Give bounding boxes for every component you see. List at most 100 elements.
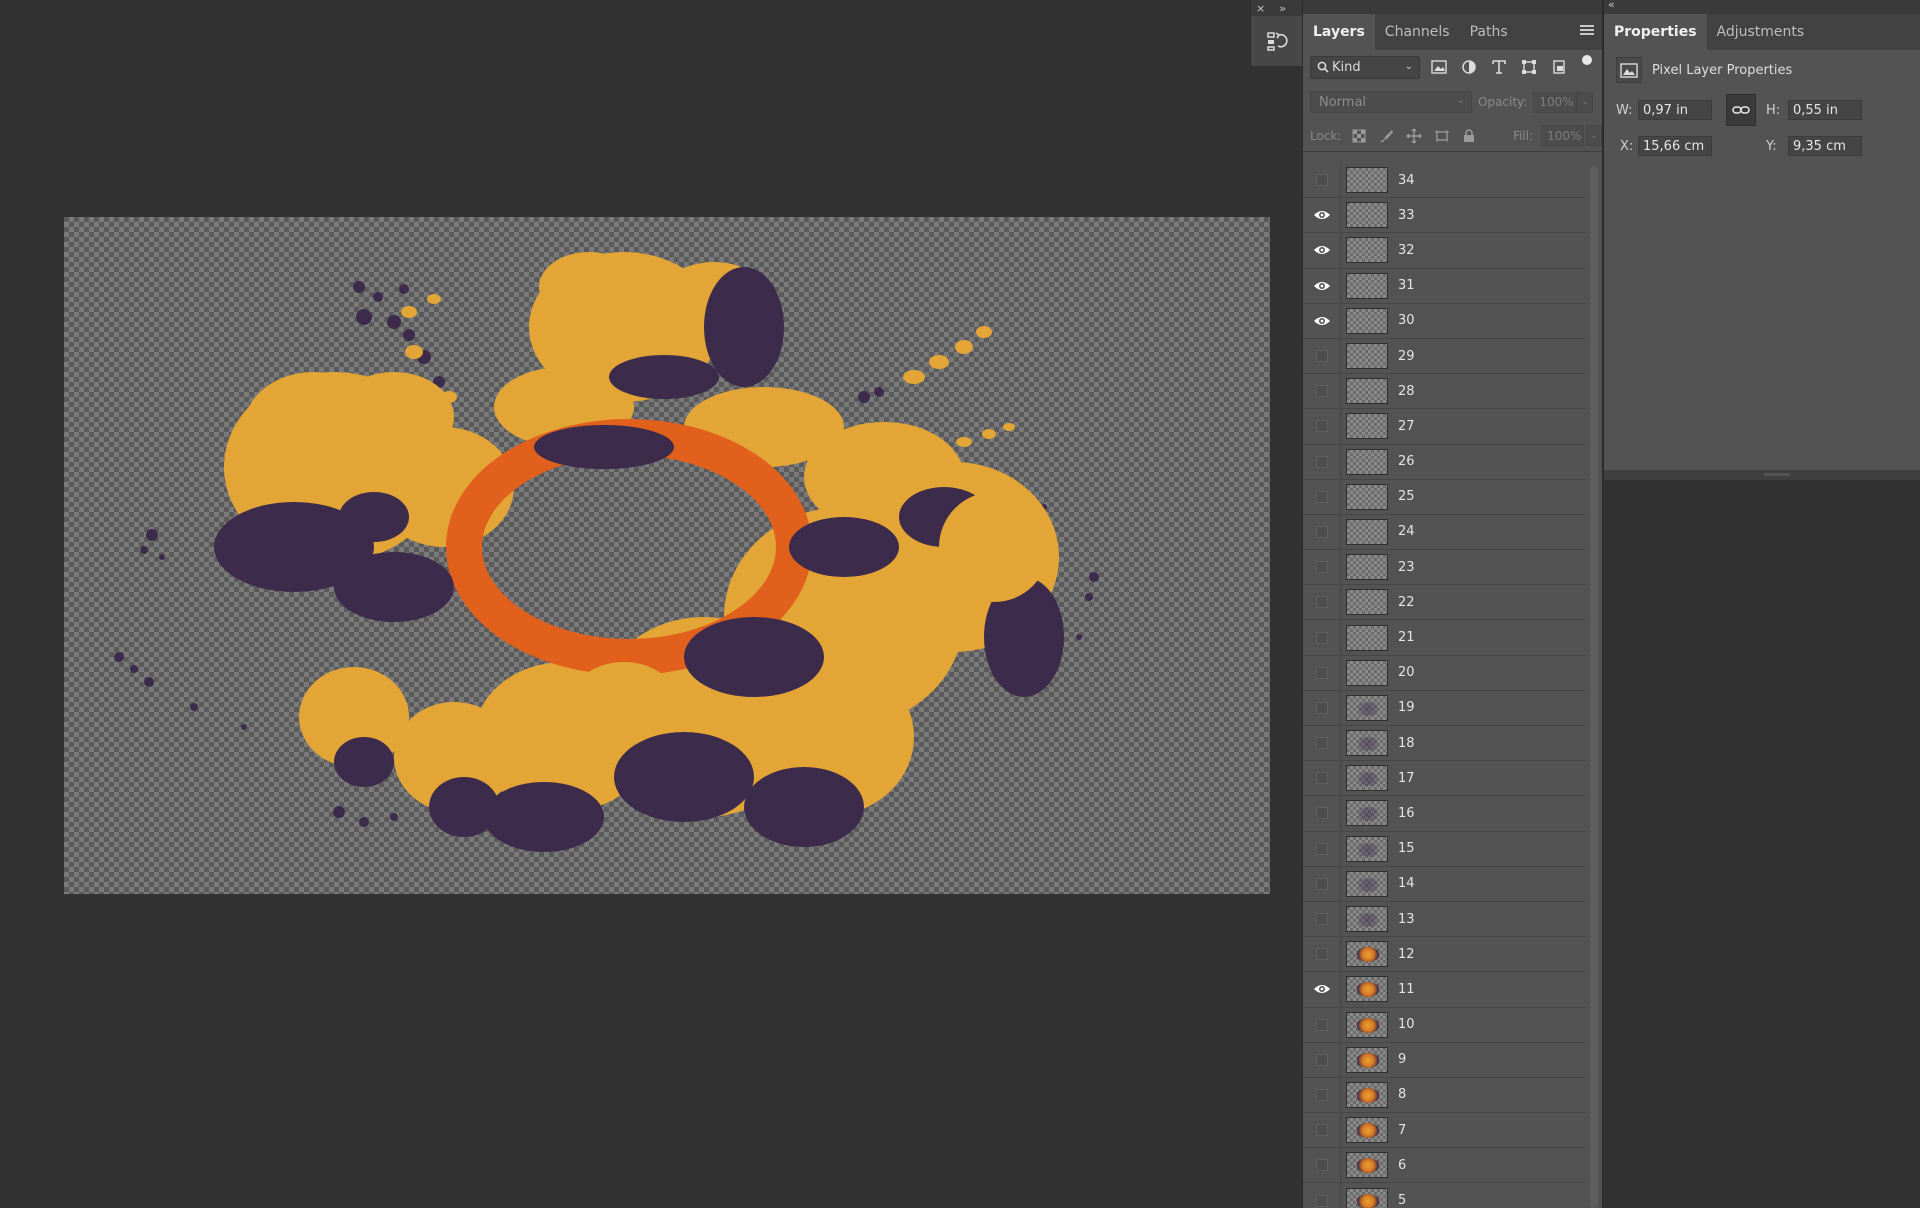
layer-name[interactable]: 7 [1398, 1123, 1406, 1138]
layer-name[interactable]: 25 [1398, 489, 1415, 504]
height-field[interactable]: 0,55 in [1788, 100, 1862, 120]
layer-row[interactable]: 30 [1303, 303, 1586, 339]
layer-thumbnail[interactable] [1346, 906, 1388, 933]
lock-position-icon[interactable] [1404, 126, 1424, 146]
layer-thumbnail[interactable] [1346, 483, 1388, 510]
layer-name[interactable]: 33 [1398, 208, 1415, 223]
layer-row[interactable]: 33 [1303, 198, 1586, 234]
layer-thumbnail[interactable] [1346, 624, 1388, 651]
properties-resize-bar[interactable] [1604, 470, 1920, 480]
layer-visibility-toggle[interactable] [1303, 620, 1341, 655]
layer-thumbnail[interactable] [1346, 589, 1388, 616]
layer-thumbnail[interactable] [1346, 730, 1388, 757]
layer-visibility-toggle[interactable] [1303, 550, 1341, 585]
layer-visibility-toggle[interactable] [1303, 1113, 1341, 1148]
layer-name[interactable]: 8 [1398, 1087, 1406, 1102]
layer-row[interactable]: 22 [1303, 585, 1586, 621]
layer-row[interactable]: 18 [1303, 726, 1586, 762]
layer-name[interactable]: 30 [1398, 313, 1415, 328]
layer-row[interactable]: 9 [1303, 1042, 1586, 1078]
layer-visibility-toggle[interactable] [1303, 690, 1341, 725]
layer-thumbnail[interactable] [1346, 1117, 1388, 1144]
layer-visibility-toggle[interactable] [1303, 444, 1341, 479]
layer-name[interactable]: 19 [1398, 700, 1415, 715]
layer-visibility-toggle[interactable] [1303, 866, 1341, 901]
layer-row[interactable]: 8 [1303, 1077, 1586, 1114]
filter-type-icon[interactable] [1488, 56, 1510, 78]
layer-thumbnail[interactable] [1346, 307, 1388, 334]
layer-visibility-toggle[interactable] [1303, 514, 1341, 550]
layer-row[interactable]: 14 [1303, 866, 1586, 902]
filter-shape-icon[interactable] [1518, 56, 1540, 78]
layer-name[interactable]: 29 [1398, 349, 1415, 364]
layer-row[interactable]: 34 [1303, 163, 1586, 199]
layer-visibility-toggle[interactable] [1303, 163, 1341, 198]
width-field[interactable]: 0,97 in [1638, 100, 1712, 120]
layer-name[interactable]: 5 [1398, 1193, 1406, 1208]
layer-visibility-toggle[interactable] [1303, 901, 1341, 937]
layer-name[interactable]: 13 [1398, 912, 1415, 927]
layer-thumbnail[interactable] [1346, 237, 1388, 264]
panel-menu-icon[interactable] [1580, 25, 1594, 37]
layer-thumbnail[interactable] [1346, 167, 1388, 194]
layer-thumbnail[interactable] [1346, 343, 1388, 370]
expand-panels-icon[interactable]: » [1279, 2, 1286, 15]
layer-visibility-toggle[interactable] [1303, 796, 1341, 831]
collapse-panels-icon[interactable]: « [1608, 0, 1615, 11]
fill-dropdown-icon[interactable]: ⌄ [1586, 125, 1602, 146]
layer-name[interactable]: 20 [1398, 665, 1415, 680]
layer-name[interactable]: 26 [1398, 454, 1415, 469]
tab-layers[interactable]: Layers [1303, 14, 1375, 50]
layer-thumbnail[interactable] [1346, 1046, 1388, 1073]
layer-visibility-toggle[interactable] [1303, 409, 1341, 444]
layer-visibility-toggle[interactable] [1303, 761, 1341, 796]
layer-row[interactable]: 6 [1303, 1148, 1586, 1184]
layer-row[interactable]: 23 [1303, 550, 1586, 586]
close-panel-icon[interactable]: × [1256, 2, 1265, 15]
layer-name[interactable]: 31 [1398, 278, 1415, 293]
layer-row[interactable]: 21 [1303, 620, 1586, 656]
layer-name[interactable]: 23 [1398, 560, 1415, 575]
layer-visibility-toggle[interactable] [1303, 1077, 1341, 1113]
layer-name[interactable]: 34 [1398, 173, 1415, 188]
document-workspace[interactable] [0, 0, 1270, 1208]
layer-name[interactable]: 10 [1398, 1017, 1415, 1032]
layer-name[interactable]: 27 [1398, 419, 1415, 434]
layer-name[interactable]: 22 [1398, 595, 1415, 610]
layer-visibility-toggle[interactable] [1303, 198, 1341, 233]
tab-properties[interactable]: Properties [1604, 14, 1707, 50]
layer-thumbnail[interactable] [1346, 554, 1388, 581]
fill-field[interactable]: 100% [1541, 125, 1585, 146]
layer-visibility-toggle[interactable] [1303, 303, 1341, 338]
layer-thumbnail[interactable] [1346, 378, 1388, 405]
layer-visibility-toggle[interactable] [1303, 479, 1341, 514]
layer-visibility-toggle[interactable] [1303, 972, 1341, 1007]
opacity-field[interactable]: 100% [1533, 91, 1578, 113]
layers-scrollbar[interactable] [1590, 166, 1598, 1208]
layer-visibility-toggle[interactable] [1303, 831, 1341, 866]
layer-row[interactable]: 27 [1303, 409, 1586, 445]
layer-name[interactable]: 16 [1398, 806, 1415, 821]
layer-name[interactable]: 11 [1398, 982, 1415, 997]
history-panel-button[interactable] [1262, 26, 1292, 56]
filter-adjustment-icon[interactable] [1458, 56, 1480, 78]
layer-thumbnail[interactable] [1346, 659, 1388, 686]
layer-name[interactable]: 24 [1398, 524, 1415, 539]
layer-row[interactable]: 12 [1303, 937, 1586, 973]
layer-row[interactable]: 11 [1303, 972, 1586, 1008]
layer-thumbnail[interactable] [1346, 1187, 1388, 1208]
layer-visibility-toggle[interactable] [1303, 338, 1341, 374]
layer-row[interactable]: 19 [1303, 690, 1586, 726]
layer-name[interactable]: 17 [1398, 771, 1415, 786]
layer-thumbnail[interactable] [1346, 800, 1388, 827]
layer-row[interactable]: 25 [1303, 479, 1586, 515]
properties-collapse-bar[interactable]: « [1604, 0, 1920, 14]
layer-thumbnail[interactable] [1346, 272, 1388, 299]
layer-row[interactable]: 7 [1303, 1113, 1586, 1149]
layer-thumbnail[interactable] [1346, 765, 1388, 792]
layer-row[interactable]: 32 [1303, 233, 1586, 269]
layer-name[interactable]: 15 [1398, 841, 1415, 856]
layer-visibility-toggle[interactable] [1303, 585, 1341, 620]
filter-toggle-switch[interactable] [1582, 55, 1592, 65]
layer-thumbnail[interactable] [1346, 518, 1388, 545]
